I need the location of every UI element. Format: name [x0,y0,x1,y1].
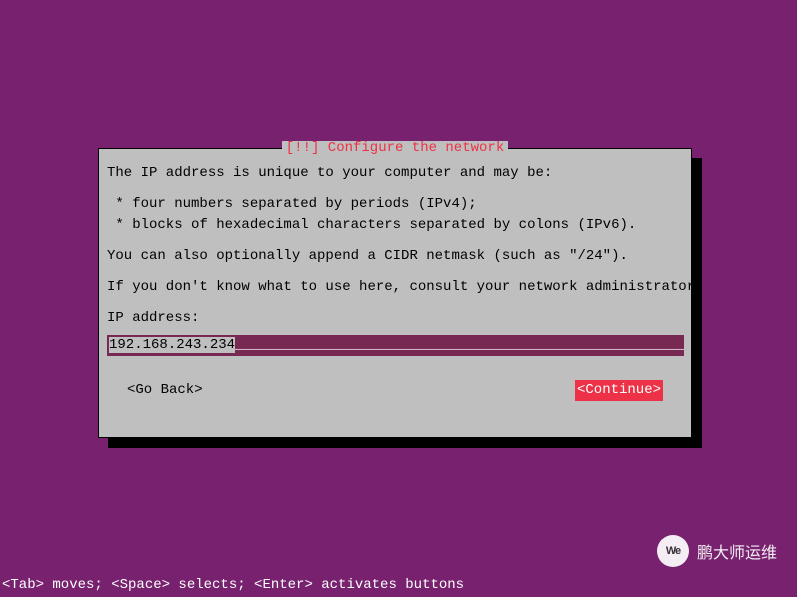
cidr-text: You can also optionally append a CIDR ne… [107,246,683,267]
wechat-icon-label: We [666,545,680,557]
ip-address-value: 192.168.243.234 [109,337,235,353]
dialog-title-row: [!!] Configure the network [99,148,691,162]
ip-address-label: IP address: [107,308,683,329]
input-fill: ________________________________________… [235,337,684,353]
intro-text: The IP address is unique to your compute… [107,163,683,184]
bullet-ipv6: * blocks of hexadecimal characters separ… [107,215,683,236]
ip-address-input[interactable]: 192.168.243.234_________________________… [107,335,684,356]
button-row: <Go Back> <Continue> [107,380,683,401]
bullet-ipv4: * four numbers separated by periods (IPv… [107,194,683,215]
configure-network-dialog: [!!] Configure the network The IP addres… [98,148,692,438]
watermark-text: 鹏大师运维 [697,539,777,563]
go-back-button[interactable]: <Go Back> [127,380,203,401]
continue-button[interactable]: <Continue> [575,380,663,401]
dialog-content: The IP address is unique to your compute… [99,149,691,409]
dialog-title: [!!] Configure the network [282,141,508,155]
consult-text: If you don't know what to use here, cons… [107,277,683,298]
wechat-icon: We [657,535,689,567]
watermark: We 鹏大师运维 [657,535,777,567]
help-bar: <Tab> moves; <Space> selects; <Enter> ac… [2,577,464,593]
